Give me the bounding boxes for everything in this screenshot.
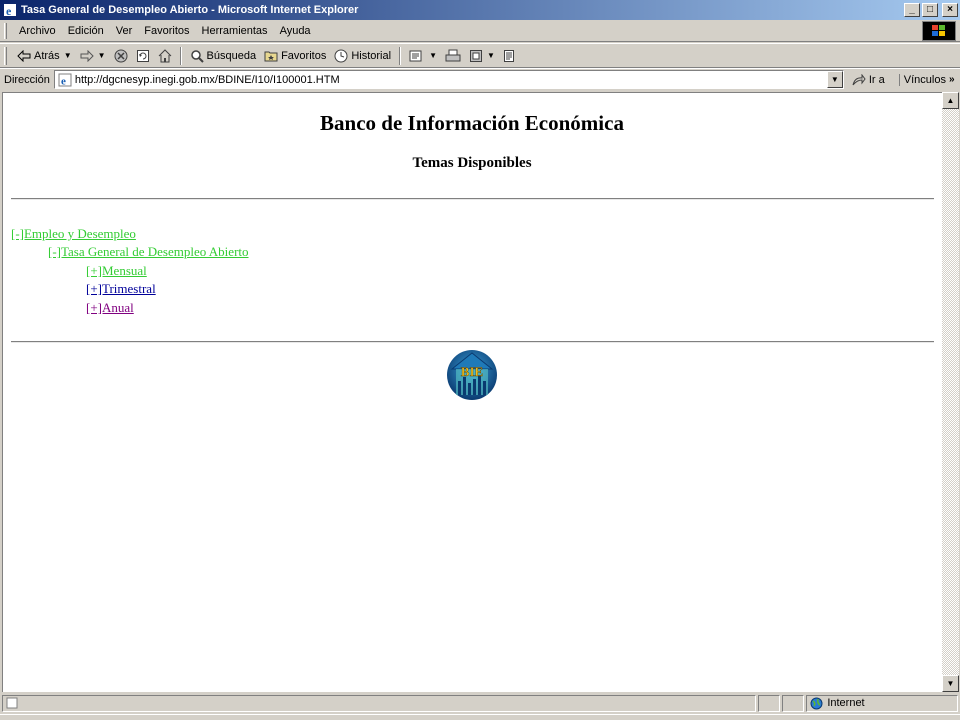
forward-dropdown-icon[interactable]: ▼ xyxy=(98,51,106,60)
status-bar: Internet xyxy=(0,693,960,713)
go-arrow-icon xyxy=(852,73,866,85)
favorites-button[interactable]: Favoritos xyxy=(260,45,330,67)
title-bar[interactable]: e Tasa General de Desempleo Abierto - Mi… xyxy=(0,0,960,20)
tree-link-trimestral[interactable]: [+]Trimestral xyxy=(86,281,156,297)
go-button[interactable]: Ir a xyxy=(852,73,885,86)
window-title: Tasa General de Desempleo Abierto - Micr… xyxy=(21,4,359,16)
page-subtitle: Temas Disponibles xyxy=(412,155,532,171)
search-label: Búsqueda xyxy=(206,49,257,62)
edit-dropdown-icon[interactable]: ▼ xyxy=(487,51,495,60)
status-zone-panel: Internet xyxy=(806,694,958,712)
bottom-divider xyxy=(11,341,934,343)
edit-button[interactable]: ▼ xyxy=(465,45,499,67)
refresh-button[interactable] xyxy=(132,45,154,67)
vertical-scrollbar[interactable]: ▲ ▼ xyxy=(942,92,959,692)
tree-link-empleo[interactable]: [-]Empleo y Desempleo xyxy=(11,226,136,242)
history-icon xyxy=(334,49,348,62)
page-content: Banco de Información Económica Temas Dis… xyxy=(2,92,942,692)
address-url[interactable]: http://dgcnesyp.inegi.gob.mx/BDINE/I10/I… xyxy=(75,74,827,86)
links-label: Vínculos xyxy=(903,73,946,86)
chevron-right-icon[interactable]: » xyxy=(949,74,955,85)
address-bar: Dirección e http://dgcnesyp.inegi.gob.mx… xyxy=(0,68,960,90)
scroll-up-button[interactable]: ▲ xyxy=(942,92,959,109)
refresh-icon xyxy=(136,49,149,62)
ie-icon: e xyxy=(4,4,16,17)
top-divider xyxy=(11,198,934,200)
print-button[interactable] xyxy=(441,45,465,67)
menu-grip[interactable] xyxy=(4,22,7,39)
back-arrow-icon xyxy=(17,49,31,62)
status-progress-panel xyxy=(758,694,781,712)
taskbar-edge xyxy=(0,714,960,720)
menu-ayuda[interactable]: Ayuda xyxy=(274,25,317,37)
mail-button[interactable]: ▼ xyxy=(405,45,441,67)
discuss-button[interactable] xyxy=(499,45,519,67)
tree-link-mensual[interactable]: [+]Mensual xyxy=(86,263,147,279)
history-label: Historial xyxy=(351,49,392,62)
favorites-folder-icon xyxy=(264,51,278,61)
toolbar-grip[interactable] xyxy=(4,46,7,65)
toolbar-separator xyxy=(179,46,182,65)
favorites-label: Favoritos xyxy=(281,49,327,62)
address-input[interactable]: e http://dgcnesyp.inegi.gob.mx/BDINE/I10… xyxy=(53,70,844,89)
status-security-panel xyxy=(782,694,805,712)
svg-text:e: e xyxy=(6,4,12,17)
toolbar-separator xyxy=(399,46,402,65)
page-icon: e xyxy=(58,73,72,87)
logo-text: BIE xyxy=(461,364,483,379)
minimize-button[interactable]: _ xyxy=(904,3,920,17)
home-icon xyxy=(158,48,171,62)
history-button[interactable]: Historial xyxy=(330,45,395,67)
print-icon xyxy=(445,49,461,61)
standard-toolbar: Atrás ▼ ▼ Búsqueda Favoritos Historial ▼… xyxy=(0,43,960,68)
go-label: Ir a xyxy=(868,73,885,86)
stop-icon xyxy=(114,49,128,62)
menu-bar: Archivo Edición Ver Favoritos Herramient… xyxy=(0,20,960,42)
scroll-down-button[interactable]: ▼ xyxy=(942,675,959,692)
globe-icon xyxy=(810,697,823,709)
maximize-button[interactable]: □ xyxy=(922,3,938,17)
edit-page-icon xyxy=(469,49,482,62)
zone-label: Internet xyxy=(827,697,865,709)
back-label: Atrás xyxy=(34,49,60,62)
menu-ver[interactable]: Ver xyxy=(110,25,139,37)
close-button[interactable]: × xyxy=(942,3,958,17)
status-text-panel xyxy=(2,694,757,712)
discuss-icon xyxy=(503,49,514,62)
home-button[interactable] xyxy=(154,45,176,67)
menu-favoritos[interactable]: Favoritos xyxy=(138,25,195,37)
links-toolbar[interactable]: Vínculos » xyxy=(898,73,955,86)
back-dropdown-icon[interactable]: ▼ xyxy=(64,51,72,60)
menu-edicion[interactable]: Edición xyxy=(62,25,110,37)
menu-archivo[interactable]: Archivo xyxy=(13,25,62,37)
windows-logo-icon xyxy=(922,21,956,41)
tree-link-anual[interactable]: [+]Anual xyxy=(86,300,134,316)
search-button[interactable]: Búsqueda xyxy=(186,45,261,67)
menu-herramientas[interactable]: Herramientas xyxy=(196,25,274,37)
bie-logo-icon[interactable]: BIE xyxy=(446,347,498,403)
mail-dropdown-icon[interactable]: ▼ xyxy=(429,51,437,60)
page-done-icon xyxy=(6,697,18,709)
mail-icon xyxy=(409,50,422,61)
search-icon xyxy=(190,49,204,63)
back-button[interactable]: Atrás ▼ xyxy=(13,45,76,67)
page-title: Banco de Información Económica xyxy=(320,111,624,135)
address-dropdown-icon[interactable]: ▼ xyxy=(826,71,843,88)
forward-button[interactable]: ▼ xyxy=(76,45,110,67)
svg-text:e: e xyxy=(61,75,66,87)
tree-link-tasa-general[interactable]: [-]Tasa General de Desempleo Abierto xyxy=(48,244,249,260)
forward-arrow-icon xyxy=(80,49,94,62)
address-label: Dirección xyxy=(4,73,50,86)
stop-button[interactable] xyxy=(110,45,132,67)
